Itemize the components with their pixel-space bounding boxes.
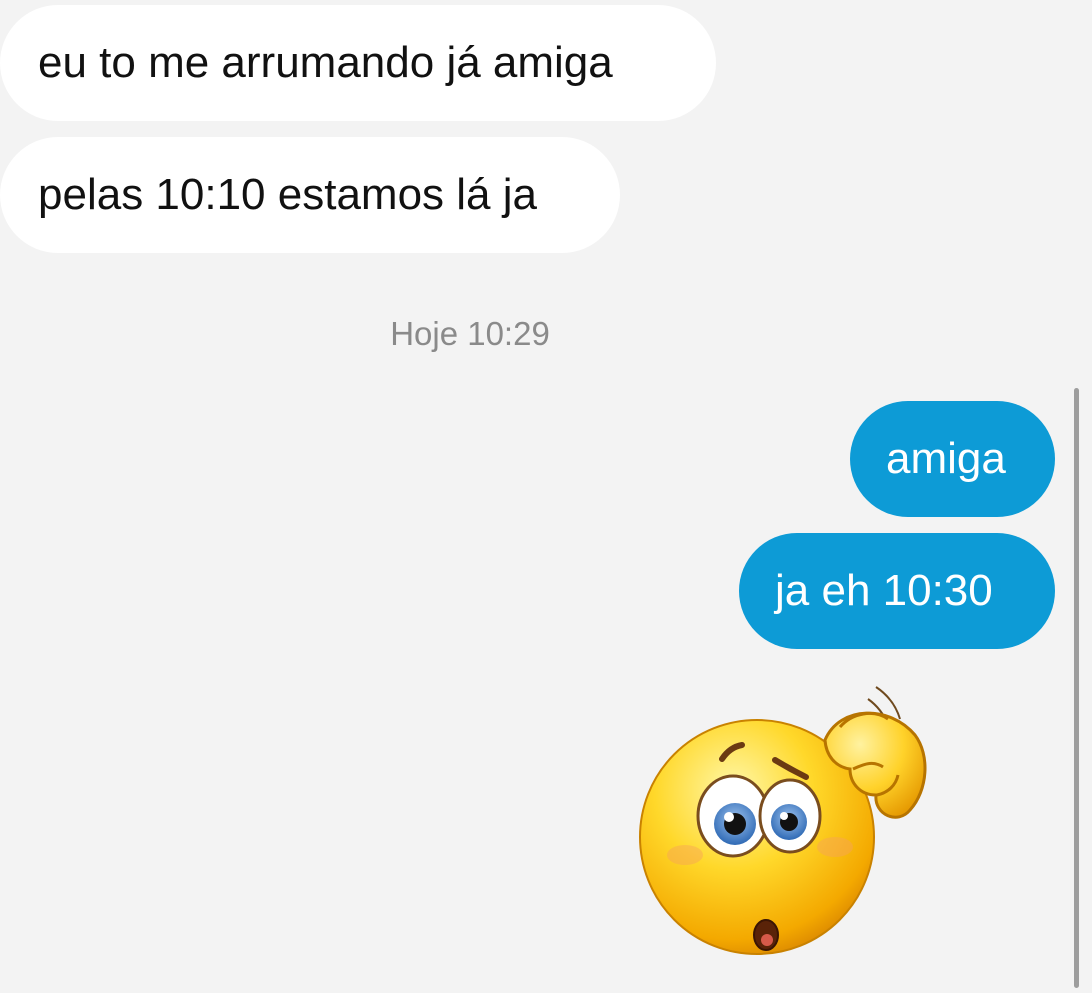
message-text: ja eh 10:30 <box>775 566 993 615</box>
outgoing-message-bubble[interactable]: ja eh 10:30 <box>739 533 1055 649</box>
outgoing-message-bubble[interactable]: amiga <box>850 401 1055 517</box>
message-text: amiga <box>886 434 1006 483</box>
incoming-message-bubble[interactable]: eu to me arrumando já amiga <box>0 5 716 121</box>
message-timestamp: Hoje 10:29 <box>390 315 550 352</box>
confused-scratching-head-emoji-icon[interactable] <box>630 665 940 965</box>
message-text: eu to me arrumando já amiga <box>38 38 613 87</box>
incoming-message-bubble[interactable]: pelas 10:10 estamos lá ja <box>0 137 620 253</box>
scrollbar[interactable] <box>1074 388 1079 988</box>
message-text: pelas 10:10 estamos lá ja <box>38 170 537 219</box>
